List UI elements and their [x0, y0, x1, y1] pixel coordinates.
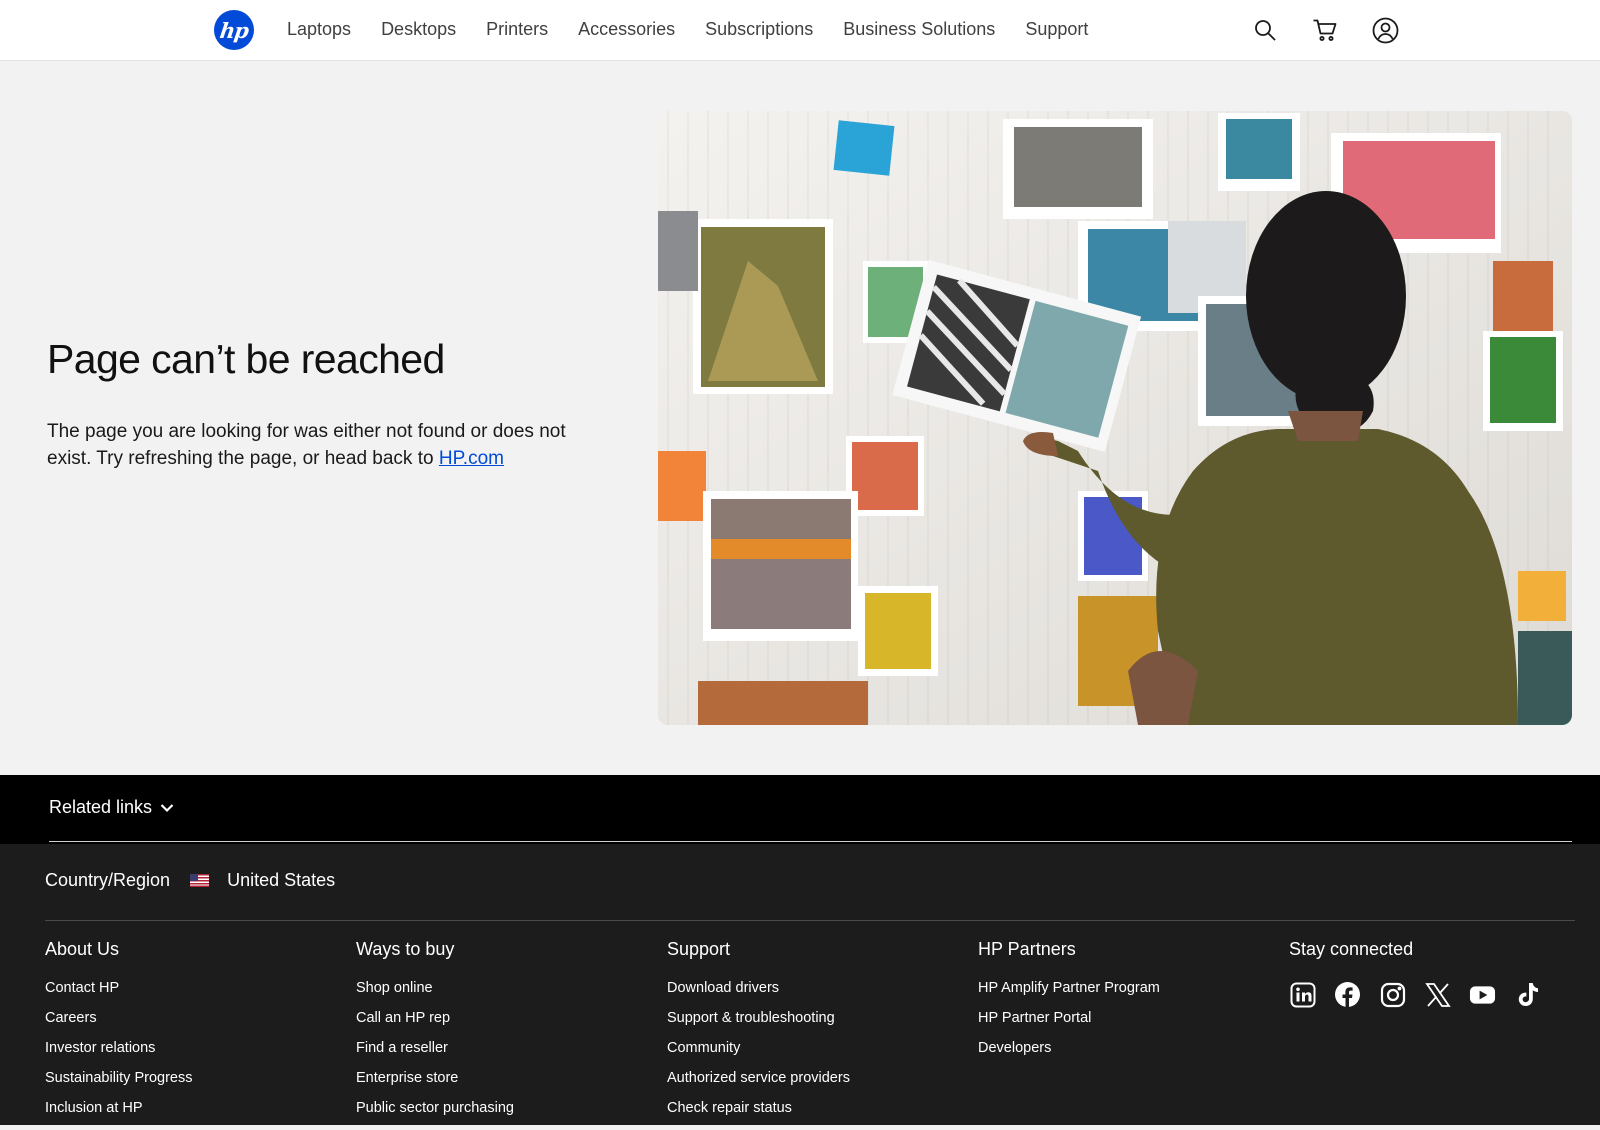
- footer-col-title: HP Partners: [978, 939, 1076, 959]
- chevron-down-icon: [160, 803, 174, 812]
- footer-col-ways-to-buy: Ways to buy Shop online Call an HP rep F…: [356, 938, 514, 1130]
- nav-laptops[interactable]: Laptops: [287, 17, 351, 41]
- footer-link[interactable]: Sustainability Progress: [45, 1070, 193, 1087]
- cart-icon[interactable]: [1310, 15, 1340, 45]
- youtube-icon[interactable]: [1469, 981, 1496, 1008]
- hero-photo: [658, 111, 1572, 725]
- nav-business-solutions[interactable]: Business Solutions: [843, 17, 995, 41]
- hp-logo[interactable]: hp: [214, 10, 254, 50]
- hp-home-link[interactable]: HP.com: [439, 448, 504, 469]
- related-links-band: Related links: [0, 775, 1600, 844]
- us-flag-icon: [190, 874, 210, 887]
- footer-link[interactable]: Authorized service providers: [667, 1070, 850, 1087]
- footer-link[interactable]: Check repair status: [667, 1100, 850, 1117]
- footer-link[interactable]: Contact HP: [45, 980, 193, 997]
- site-footer: Country/Region United States About Us Co…: [0, 844, 1600, 1125]
- footer-col-title: About Us: [45, 939, 120, 959]
- footer-link[interactable]: HP Amplify Partner Program: [978, 980, 1160, 997]
- footer-link[interactable]: Developers: [978, 1040, 1160, 1057]
- social-links: [1289, 981, 1541, 1008]
- main-nav: Laptops Desktops Printers Accessories Su…: [287, 17, 1118, 41]
- linkedin-icon[interactable]: [1289, 981, 1316, 1008]
- nav-support[interactable]: Support: [1025, 17, 1088, 41]
- footer-divider: [45, 920, 1575, 921]
- footer-link[interactable]: Careers: [45, 1010, 193, 1027]
- footer-link[interactable]: Enterprise store: [356, 1070, 514, 1087]
- error-message: The page you are looking for was either …: [47, 418, 607, 472]
- footer-link[interactable]: Inclusion at HP: [45, 1100, 193, 1117]
- footer-link[interactable]: Shop online: [356, 980, 514, 997]
- footer-link[interactable]: Call an HP rep: [356, 1010, 514, 1027]
- footer-col-title: Support: [667, 939, 731, 959]
- nav-desktops[interactable]: Desktops: [381, 17, 456, 41]
- country-label: Country/Region: [45, 870, 171, 890]
- hp-logo-text: hp: [218, 17, 250, 43]
- divider: [49, 841, 1572, 842]
- nav-accessories[interactable]: Accessories: [578, 17, 675, 41]
- footer-link[interactable]: Community: [667, 1040, 850, 1057]
- site-header: hp Laptops Desktops Printers Accessories…: [0, 0, 1600, 61]
- footer-link[interactable]: Find a reseller: [356, 1040, 514, 1057]
- instagram-icon[interactable]: [1379, 981, 1406, 1008]
- footer-col-title: Stay connected: [1289, 939, 1414, 959]
- footer-col-stay-connected: Stay connected: [1289, 938, 1413, 980]
- search-icon[interactable]: [1250, 15, 1280, 45]
- x-icon[interactable]: [1424, 981, 1451, 1008]
- footer-col-support: Support Download drivers Support & troub…: [667, 938, 850, 1130]
- footer-link[interactable]: Public sector purchasing: [356, 1100, 514, 1117]
- footer-link[interactable]: Download drivers: [667, 980, 850, 997]
- account-icon[interactable]: [1370, 15, 1400, 45]
- footer-col-hp-partners: HP Partners HP Amplify Partner Program H…: [978, 938, 1160, 1070]
- footer-col-title: Ways to buy: [356, 939, 455, 959]
- country-value: United States: [227, 870, 336, 890]
- footer-link[interactable]: Investor relations: [45, 1040, 193, 1057]
- tiktok-icon[interactable]: [1514, 981, 1541, 1008]
- footer-col-about: About Us Contact HP Careers Investor rel…: [45, 938, 193, 1130]
- facebook-icon[interactable]: [1334, 981, 1361, 1008]
- nav-printers[interactable]: Printers: [486, 17, 548, 41]
- related-links-label: Related links: [49, 797, 153, 817]
- nav-subscriptions[interactable]: Subscriptions: [705, 17, 813, 41]
- page-title: Page can’t be reached: [47, 336, 445, 382]
- footer-link[interactable]: HP Partner Portal: [978, 1010, 1160, 1027]
- country-selector[interactable]: Country/Region United States: [45, 870, 335, 891]
- footer-link[interactable]: Support & troubleshooting: [667, 1010, 850, 1027]
- related-links-toggle[interactable]: Related links: [49, 797, 174, 818]
